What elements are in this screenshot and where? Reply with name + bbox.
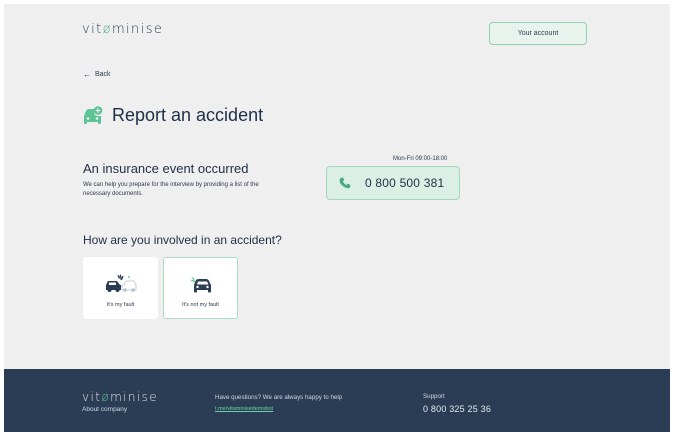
page-heading: Report an accident xyxy=(112,105,264,125)
back-link[interactable]: ← Back xyxy=(83,70,111,79)
event-title: An insurance event occurred xyxy=(83,161,249,176)
your-account-button[interactable]: Your account xyxy=(489,22,587,45)
logo-mark: ø xyxy=(102,22,112,37)
car-collision-icon xyxy=(105,274,136,292)
help-text: Have questions? We are always happy to h… xyxy=(215,394,343,401)
footer-logo[interactable]: vitøminise xyxy=(82,390,158,404)
back-label: Back xyxy=(95,71,111,78)
telegram-link[interactable]: t.me/vitaminisedemobot xyxy=(215,406,273,412)
phone-number: 0 800 500 381 xyxy=(365,176,445,190)
option-not-my-fault[interactable]: It's not my fault xyxy=(163,257,238,319)
page-title: Report an accident xyxy=(82,105,263,126)
footer-logo-suffix: minise xyxy=(110,390,159,404)
about-company-link[interactable]: About company xyxy=(82,406,127,413)
support-phone[interactable]: 0 800 325 25 36 xyxy=(423,404,491,414)
logo[interactable]: vitøminise xyxy=(82,22,163,37)
event-description: We can help you prepare for the intervie… xyxy=(83,182,259,197)
footer: vitøminise About company Have questions?… xyxy=(4,369,670,432)
option-label: It's my fault xyxy=(106,302,135,308)
involvement-question: How are you involved in an accident? xyxy=(83,233,282,247)
car-hit-icon xyxy=(189,275,211,293)
phone-button[interactable]: 0 800 500 381 xyxy=(326,166,460,200)
footer-logo-prefix: vit xyxy=(82,390,102,404)
logo-suffix: minise xyxy=(111,22,164,37)
page: vitøminise Your account ← Back Report an… xyxy=(4,4,670,432)
option-my-fault[interactable]: It's my fault xyxy=(83,257,158,319)
logo-prefix: vit xyxy=(82,22,103,37)
support-label: Support xyxy=(423,393,445,400)
car-plus-icon xyxy=(84,106,103,124)
working-hours: Mon-Fri 09:00-18:00 xyxy=(393,156,448,162)
arrow-left-icon: ← xyxy=(83,70,91,79)
footer-logo-mark: ø xyxy=(101,390,111,404)
phone-icon xyxy=(339,177,351,189)
option-label: It's not my fault xyxy=(182,302,219,308)
